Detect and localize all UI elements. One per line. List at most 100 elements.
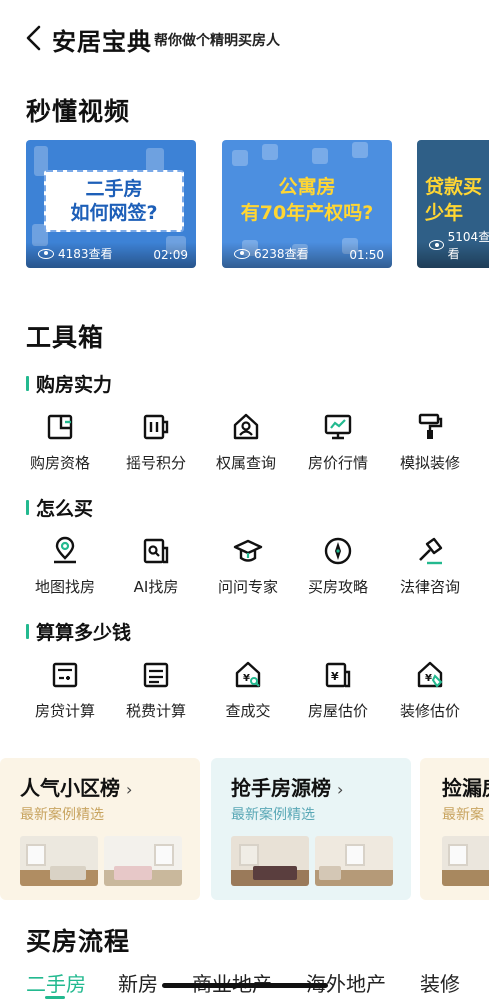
thumb-floor xyxy=(442,870,489,886)
video-views-text: 4183查看 xyxy=(58,247,113,261)
videos-section-title: 秒懂视频 xyxy=(26,97,131,126)
lottery-points-icon xyxy=(143,414,169,440)
thumb-furniture xyxy=(114,866,152,880)
thumb-furniture xyxy=(319,866,341,880)
video-duration: 01:50 xyxy=(349,248,384,262)
rank-card-subtitle: 最新案例精选 xyxy=(231,807,315,823)
rank-card-title: 捡漏房 xyxy=(442,776,489,800)
page-subtitle: 帮你做个精明买房人 xyxy=(154,33,280,49)
tool-label: 装修估价 xyxy=(399,702,460,720)
rank-card-subtitle: 最新案例精选 xyxy=(20,807,104,823)
video-caption-line2: 有70年产权吗? xyxy=(240,202,374,224)
tool-mortgage-calc[interactable]: 房贷计算 xyxy=(17,660,113,730)
tab-second-hand[interactable]: 二手房 xyxy=(26,968,86,997)
tool-qualification[interactable]: 购房资格 xyxy=(12,412,108,482)
tool-label: 买房攻略 xyxy=(307,578,368,596)
video-caption-line1: 贷款买 xyxy=(425,176,483,198)
video-card[interactable]: 二手房 如何网签? 4183查看 02:09 xyxy=(26,140,196,268)
rank-card-subtitle: 最新案 xyxy=(442,807,484,823)
video-views-text: 5104查看 xyxy=(447,230,489,261)
video-views-text: 6238查看 xyxy=(254,247,309,261)
video-caption-line1: 公寓房 xyxy=(278,176,336,198)
tool-label: 查成交 xyxy=(225,702,271,720)
tool-row: 地图找房 AI找房 问问专家 买房攻略 法律咨询 xyxy=(0,536,489,606)
top-bar: 安居宝典 帮你做个精明买房人 xyxy=(0,0,489,78)
tool-deal-search[interactable]: ¥ 查成交 xyxy=(200,660,296,730)
chevron-left-icon xyxy=(26,25,41,51)
eye-icon xyxy=(38,248,54,259)
eye-icon xyxy=(234,248,250,259)
tool-tax-calc[interactable]: 税费计算 xyxy=(108,660,204,730)
tab-decoration[interactable]: 装修 xyxy=(420,968,460,997)
tool-simulate-decoration[interactable]: 模拟装修 xyxy=(382,412,478,482)
rank-card-hot-listings[interactable]: 抢手房源榜 › 最新案例精选 xyxy=(211,758,411,900)
svg-text:¥: ¥ xyxy=(331,670,339,683)
home-indicator[interactable] xyxy=(162,983,328,988)
listing-thumbnail xyxy=(20,836,98,886)
graduation-cap-icon xyxy=(233,539,263,562)
listing-thumbnail xyxy=(315,836,393,886)
tool-label: 权属查询 xyxy=(215,454,276,472)
tool-map-search[interactable]: 地图找房 xyxy=(17,536,113,606)
video-views: 4183查看 xyxy=(38,245,113,262)
group-title: 怎么买 xyxy=(26,494,93,521)
gavel-icon xyxy=(419,537,443,565)
tool-row: 房贷计算 税费计算 ¥ 查成交 ¥ 房屋估价 ¥ 装修估价 xyxy=(0,660,489,730)
rank-card-popular-community[interactable]: 人气小区榜 › 最新案例精选 xyxy=(0,758,200,900)
tool-label: 地图找房 xyxy=(34,578,95,596)
eye-icon xyxy=(429,240,444,250)
tool-ask-expert[interactable]: 问问专家 xyxy=(200,536,296,606)
thumb-window xyxy=(154,844,174,866)
deal-search-icon: ¥ xyxy=(235,661,261,688)
tool-legal-consult[interactable]: 法律咨询 xyxy=(382,536,478,606)
rank-card-title-text: 抢手房源榜 xyxy=(231,776,331,800)
map-pin-icon xyxy=(54,536,76,564)
process-section-title: 买房流程 xyxy=(26,927,131,956)
video-card[interactable]: 贷款买 少年 5104查看 xyxy=(417,140,489,268)
listing-thumbnail xyxy=(442,836,489,886)
thumb-window xyxy=(239,844,259,866)
video-carousel[interactable]: 二手房 如何网签? 4183查看 02:09 公寓房 有70年产权吗? 6238… xyxy=(26,140,489,270)
rank-carousel[interactable]: 人气小区榜 › 最新案例精选 抢手房源榜 › 最新案例精选 捡漏 最新案 xyxy=(0,758,489,900)
rank-card-title-text: 人气小区榜 xyxy=(20,776,120,800)
video-caption: 公寓房 有70年产权吗? xyxy=(222,174,392,226)
thumb-furniture xyxy=(50,866,86,880)
thumb-window xyxy=(448,844,468,866)
tax-icon xyxy=(143,662,169,688)
qualification-icon xyxy=(47,414,73,440)
video-views: 6238查看 xyxy=(234,245,309,262)
paint-roller-icon xyxy=(418,413,443,439)
toolbox-section-title: 工具箱 xyxy=(26,323,105,352)
price-trend-icon xyxy=(324,414,352,440)
tool-label: 税费计算 xyxy=(125,702,186,720)
video-views: 5104查看 xyxy=(429,228,489,262)
tool-label: 购房资格 xyxy=(29,454,90,472)
compass-icon xyxy=(324,537,352,565)
tool-house-valuation[interactable]: ¥ 房屋估价 xyxy=(290,660,386,730)
tool-buying-guide[interactable]: 买房攻略 xyxy=(290,536,386,606)
ownership-query-icon xyxy=(233,413,259,440)
tool-price-trend[interactable]: 房价行情 xyxy=(290,412,386,482)
page-title: 安居宝典 xyxy=(52,28,152,56)
back-button[interactable] xyxy=(22,24,46,52)
tool-row: 购房资格 摇号积分 权属查询 房价行情 模拟装修 xyxy=(0,412,489,482)
calculator-icon xyxy=(52,662,78,688)
active-tab-indicator xyxy=(45,996,65,999)
video-caption-card: 二手房 如何网签? xyxy=(44,170,184,232)
tool-lottery-points[interactable]: 摇号积分 xyxy=(108,412,204,482)
thumb-window xyxy=(26,844,46,866)
video-card[interactable]: 公寓房 有70年产权吗? 6238查看 01:50 xyxy=(222,140,392,268)
rank-card-title: 人气小区榜 › xyxy=(20,772,132,801)
video-caption-line1: 二手房 xyxy=(85,178,143,200)
rank-card-bargain[interactable]: 捡漏房 最新案 xyxy=(420,758,489,900)
tool-label: 问问专家 xyxy=(217,578,278,596)
ai-search-icon xyxy=(143,538,169,564)
svg-text:¥: ¥ xyxy=(425,673,432,684)
video-caption-line2: 少年 xyxy=(425,202,464,224)
tool-label: 房价行情 xyxy=(307,454,368,472)
tool-ownership-query[interactable]: 权属查询 xyxy=(198,412,294,482)
tool-ai-search[interactable]: AI找房 xyxy=(108,536,204,606)
tool-decoration-valuation[interactable]: ¥ 装修估价 xyxy=(382,660,478,730)
tab-new-house[interactable]: 新房 xyxy=(118,968,158,997)
tool-label: 摇号积分 xyxy=(125,454,186,472)
